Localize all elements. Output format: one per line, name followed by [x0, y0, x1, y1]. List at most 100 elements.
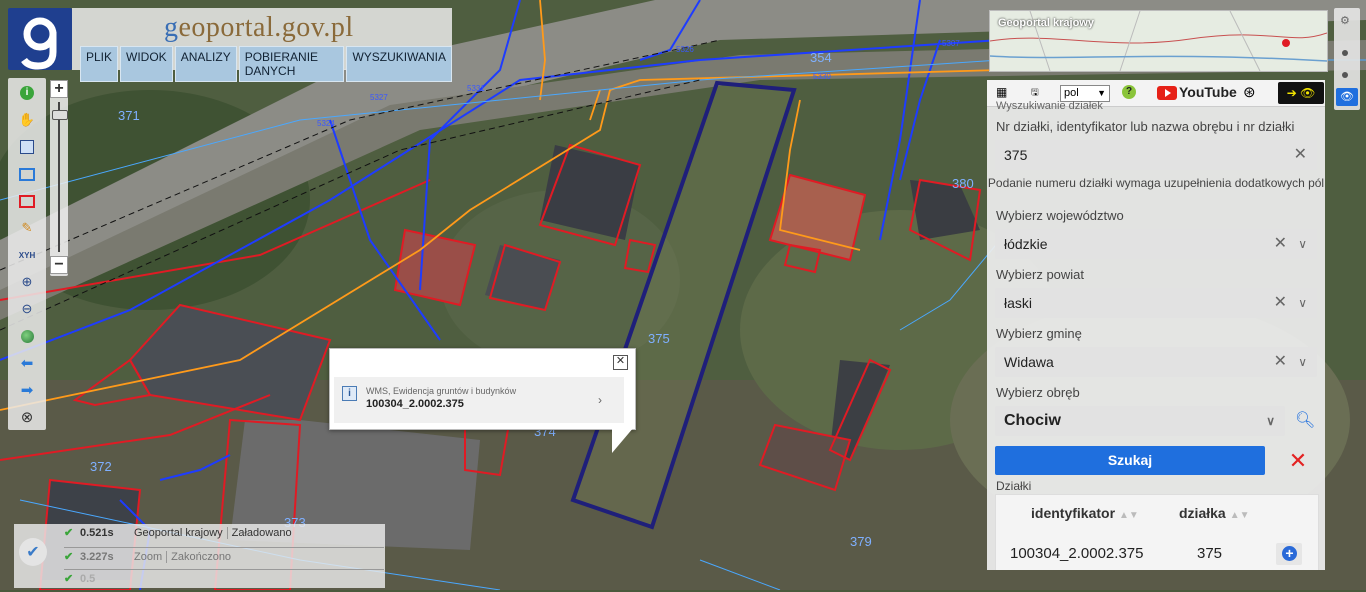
- pencil-icon[interactable]: ✎: [17, 218, 37, 238]
- map-parcel-label: 372: [90, 459, 112, 474]
- select-rectangle-icon[interactable]: [17, 164, 37, 184]
- xyh-coordinates-icon[interactable]: XYH: [17, 245, 37, 265]
- menu-pobieranie-danych[interactable]: POBIERANIE DANYCH: [238, 46, 345, 82]
- column-header-parcel[interactable]: działka ▲▼: [1179, 505, 1250, 521]
- header-panel: geoportal.gov.pl PLIK WIDOK ANALIZY POBI…: [72, 8, 452, 82]
- table-icon[interactable]: ▦: [996, 85, 1007, 99]
- commune-select[interactable]: Widawa ✕ ∨: [995, 347, 1317, 377]
- map-parcel-label: 375: [648, 331, 670, 346]
- result-parcel[interactable]: 375: [1197, 545, 1222, 562]
- commune-label: Wybierz gminę: [996, 326, 1082, 341]
- status-row: ✔ 0.5: [64, 569, 384, 592]
- chevron-down-icon[interactable]: ∨: [1266, 406, 1275, 436]
- parcel-search-panel: ▦ 🖫 pol ▼ ? YouTube ⊛ ➔ 👁 Wyszukiwanie dz…: [987, 80, 1325, 570]
- result-identifier[interactable]: 100304_2.0002.375: [1010, 545, 1143, 562]
- zoom-minus-button[interactable]: −: [50, 256, 68, 274]
- parcel-number-label: Nr działki, identyfikator lub nazwa obrę…: [996, 119, 1295, 134]
- dot-icon[interactable]: [1342, 72, 1348, 78]
- county-select[interactable]: łaski ✕ ∨: [995, 288, 1317, 318]
- zoom-track: [58, 102, 60, 252]
- map-parcel-label: 379: [850, 534, 872, 549]
- info-icon[interactable]: i: [17, 83, 37, 103]
- next-view-icon[interactable]: ➡: [17, 380, 37, 400]
- popup-tail: [612, 427, 634, 453]
- map-parcel-label: 380: [952, 176, 974, 191]
- youtube-icon: [1157, 86, 1177, 101]
- feature-info-popup: ✕ i WMS, Ewidencja gruntów i budynków 10…: [329, 348, 636, 453]
- zoom-plus-button[interactable]: +: [50, 80, 68, 98]
- chevron-down-icon[interactable]: ∨: [1298, 288, 1307, 318]
- eye-icon[interactable]: 👁: [1336, 88, 1358, 106]
- right-mini-toolbar: ⚙ 👁: [1334, 8, 1360, 110]
- dot-icon[interactable]: [1342, 50, 1348, 56]
- contrast-toggle[interactable]: ➔ 👁: [1278, 82, 1324, 104]
- accessibility-icon[interactable]: ⊛: [1243, 83, 1256, 101]
- map-small-label: 5307: [942, 39, 960, 48]
- sort-icon: ▲▼: [1119, 510, 1139, 521]
- checkmark-icon[interactable]: ✔: [19, 538, 47, 566]
- globe-icon[interactable]: [17, 326, 37, 346]
- precinct-select[interactable]: Chociw ∨: [995, 406, 1285, 436]
- zoom-slider[interactable]: + −: [50, 80, 68, 276]
- clear-icon[interactable]: ✕: [1294, 140, 1307, 170]
- add-result-button[interactable]: +: [1276, 543, 1302, 565]
- check-icon: ✔: [64, 551, 74, 563]
- pan-hand-icon[interactable]: ✋: [17, 110, 37, 130]
- chevron-down-icon[interactable]: ∨: [1298, 229, 1307, 259]
- section-title: Wyszukiwanie działek: [996, 100, 1103, 112]
- menu-widok[interactable]: WIDOK: [120, 46, 173, 82]
- sort-icon: ▲▼: [1229, 510, 1250, 521]
- check-icon: ✔: [64, 573, 74, 585]
- menu-analizy[interactable]: ANALIZY: [174, 46, 237, 82]
- map-small-label: 5327: [370, 93, 388, 102]
- chevron-right-icon[interactable]: ›: [598, 393, 602, 407]
- help-icon[interactable]: ?: [1122, 85, 1136, 99]
- layers-list-icon[interactable]: [17, 137, 37, 157]
- status-row: ✔ 0.521s Geoportal krajowy Załadowano: [64, 527, 292, 539]
- map-small-label: 5331: [467, 84, 485, 93]
- search-button[interactable]: Szukaj: [995, 446, 1265, 475]
- full-extent-icon[interactable]: ⊗: [17, 407, 37, 427]
- map-small-label: 5330: [813, 72, 831, 81]
- menu-plik[interactable]: PLIK: [80, 46, 119, 82]
- previous-view-icon[interactable]: ⬅: [17, 353, 37, 373]
- voivodeship-select[interactable]: łódzkie ✕ ∨: [995, 229, 1317, 259]
- plus-icon: +: [1282, 546, 1297, 561]
- zoom-out-icon[interactable]: ⊖: [17, 299, 37, 319]
- popup-layer-name: WMS, Ewidencja gruntów i budynków: [366, 386, 517, 396]
- geoportal-logo[interactable]: [8, 8, 72, 70]
- map-small-label: 5326: [676, 45, 694, 54]
- column-header-identifier[interactable]: identyfikator ▲▼: [1031, 505, 1139, 521]
- map-small-label: 5324: [317, 119, 335, 128]
- youtube-link[interactable]: YouTube: [1157, 84, 1237, 101]
- cancel-button[interactable]: ✕: [1279, 446, 1317, 475]
- chevron-down-icon[interactable]: ∨: [1298, 347, 1307, 377]
- wms-icon[interactable]: 🖫: [1031, 85, 1039, 101]
- parcel-number-input[interactable]: 375 ✕: [995, 140, 1317, 170]
- zoom-in-icon[interactable]: ⊕: [17, 272, 37, 292]
- settings-icon[interactable]: ⚙: [1340, 14, 1350, 27]
- clear-icon[interactable]: ✕: [1274, 288, 1287, 318]
- search-icon[interactable]: 🔍︎: [1295, 410, 1315, 430]
- precinct-label: Wybierz obręb: [996, 385, 1080, 400]
- clear-icon[interactable]: ✕: [1274, 229, 1287, 259]
- clear-icon[interactable]: ✕: [1274, 347, 1287, 377]
- county-label: Wybierz powiat: [996, 267, 1085, 282]
- results-label: Działki: [996, 479, 1032, 493]
- info-icon: i: [342, 386, 357, 401]
- left-toolbar: i ✋ ✎ XYH ⊕ ⊖ ⬅ ➡ ⊗: [8, 78, 46, 430]
- popup-parcel-id: 100304_2.0002.375: [366, 398, 464, 410]
- menu-wyszukiwania[interactable]: WYSZUKIWANIA: [346, 46, 452, 82]
- site-name: geoportal.gov.pl: [164, 12, 354, 43]
- map-parcel-label: 354: [810, 50, 832, 65]
- main-menu: PLIK WIDOK ANALIZY POBIERANIE DANYCH WYS…: [80, 46, 452, 82]
- minimap-title: Geoportal krajowy: [998, 17, 1094, 29]
- popup-close-button[interactable]: ✕: [613, 355, 628, 370]
- results-table: identyfikator ▲▼ działka ▲▼ 100304_2.0002.…: [995, 494, 1319, 570]
- zoom-handle[interactable]: [52, 110, 68, 120]
- select-area-icon[interactable]: [17, 191, 37, 211]
- map-parcel-label: 371: [118, 108, 140, 123]
- overview-minimap[interactable]: Geoportal krajowy: [989, 10, 1328, 72]
- popup-result-item[interactable]: i WMS, Ewidencja gruntów i budynków 1003…: [334, 377, 624, 423]
- loading-status-panel: ✔ ✔ 0.521s Geoportal krajowy Załadowano ✔ 3.…: [14, 524, 385, 588]
